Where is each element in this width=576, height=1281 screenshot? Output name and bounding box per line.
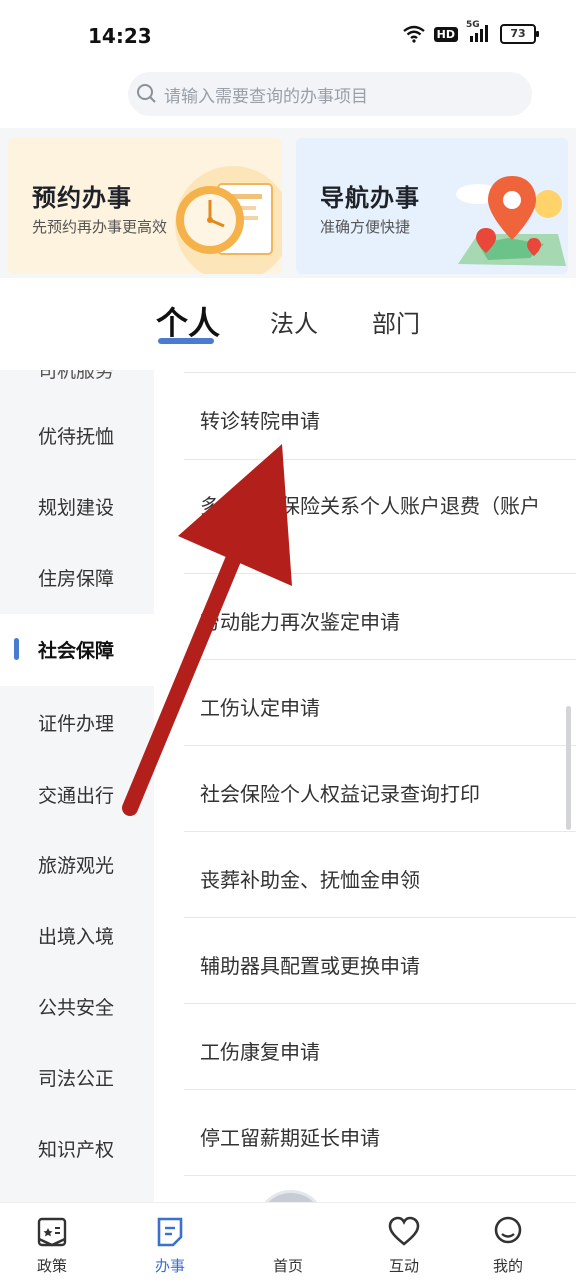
sidebar-item-label: 社会保障	[38, 640, 115, 662]
list-item-label: 工伤认定申请	[200, 696, 320, 720]
sidebar-item-label: 交通出行	[38, 785, 115, 807]
appointment-card[interactable]: 预约办事 先预约再办事更高效	[8, 138, 282, 274]
sidebar-item-social-security[interactable]: 社会保障	[0, 614, 154, 686]
status-bar: 14:23 HD 5G 73	[0, 0, 576, 70]
map-pin-icon	[456, 176, 566, 266]
list-item-label: 多地养老保险关系个人账户退费（账户合并）	[200, 494, 540, 550]
list-item[interactable]: 工伤认定申请	[184, 660, 576, 746]
list-item[interactable]: 丧葬补助金、抚恤金申领	[184, 832, 576, 918]
sidebar-active-indicator	[14, 638, 19, 660]
wifi-icon	[402, 25, 425, 43]
tab-legal-person[interactable]: 法人	[270, 304, 318, 339]
service-list: 转诊转院申请 多地养老保险关系个人账户退费（账户合并） 劳动能力再次鉴定申请 工…	[184, 370, 576, 1202]
sidebar-item-label: 住房保障	[38, 568, 115, 590]
tab-label: 办事	[154, 1257, 185, 1275]
list-scrollbar[interactable]	[566, 706, 571, 830]
tab-service[interactable]: 办事	[120, 1203, 220, 1281]
tab-label: 互动	[388, 1257, 419, 1275]
sidebar-item-planning[interactable]: 规划建设	[0, 471, 154, 543]
tab-policy[interactable]: 政策	[2, 1203, 102, 1281]
navigation-card[interactable]: 导航办事 准确方便快捷	[296, 138, 568, 274]
status-icons: HD 5G 73	[402, 20, 539, 44]
search-placeholder: 请输入需要查询的办事项目	[164, 86, 368, 107]
search-input[interactable]: 请输入需要查询的办事项目	[128, 72, 532, 116]
sidebar-item-public-safety[interactable]: 公共安全	[0, 971, 154, 1043]
service-icon	[157, 1217, 183, 1247]
tab-mine[interactable]: 我的	[458, 1203, 558, 1281]
sidebar-item-label: 司法公正	[38, 1068, 115, 1090]
navigation-title: 导航办事	[320, 184, 420, 212]
list-item[interactable]: 转诊转院申请	[184, 373, 576, 460]
tab-home[interactable]: 首页	[238, 1203, 338, 1281]
sidebar-item-immigration[interactable]: 出境入境	[0, 900, 154, 972]
list-item-label: 停工留薪期延长申请	[200, 1126, 380, 1150]
sidebar-item-transport[interactable]: 交通出行	[0, 759, 154, 831]
policy-icon	[37, 1217, 67, 1247]
tab-active-indicator	[158, 338, 214, 344]
sidebar-item-label: 司机服务	[38, 370, 115, 382]
list-item-label: 工伤康复申请	[200, 1040, 320, 1064]
sidebar-item-label: 公共安全	[38, 997, 115, 1019]
list-item[interactable]: 辅助器具配置或更换申请	[184, 918, 576, 1004]
sidebar-item-housing[interactable]: 住房保障	[0, 542, 154, 614]
sidebar-item-ip[interactable]: 知识产权	[0, 1113, 154, 1185]
tab-label: 我的	[492, 1257, 523, 1275]
list-item-label: 转诊转院申请	[200, 409, 320, 433]
bottom-tab-bar: 政策 办事 首页 互动 我的	[0, 1202, 576, 1281]
sidebar-item-label: 证件办理	[38, 713, 115, 735]
sidebar-item-certificates[interactable]: 证件办理	[0, 687, 154, 759]
category-sidebar[interactable]: 司机服务 优待抚恤 规划建设 住房保障 社会保障 证件办理 交通出行 旅游观光 …	[0, 370, 154, 1202]
tab-department[interactable]: 部门	[372, 304, 420, 339]
navigation-subtitle: 准确方便快捷	[320, 218, 411, 236]
tab-label: 首页	[272, 1257, 303, 1275]
search-icon	[137, 84, 156, 103]
category-tabs: 个人 法人 部门	[0, 280, 576, 370]
sidebar-item-label: 规划建设	[38, 497, 115, 519]
list-item[interactable]: 多地养老保险关系个人账户退费（账户合并）	[184, 460, 576, 574]
sidebar-item-label: 出境入境	[38, 926, 115, 948]
sidebar-item-tourism[interactable]: 旅游观光	[0, 829, 154, 901]
status-time: 14:23	[88, 24, 152, 48]
sidebar-item-label: 优待抚恤	[38, 426, 115, 448]
clock-document-icon	[175, 166, 282, 274]
sidebar-item-label: 知识产权	[38, 1139, 115, 1161]
list-item[interactable]: 工伤康复申请	[184, 1004, 576, 1090]
list-item-label: 社会保险个人权益记录查询打印	[200, 782, 480, 806]
sidebar-item-label: 旅游观光	[38, 855, 115, 877]
banner-area: 预约办事 先预约再办事更高效 导航办事 准确方便快捷	[0, 128, 576, 278]
tab-interact[interactable]: 互动	[354, 1203, 454, 1281]
list-item-label: 丧葬补助金、抚恤金申领	[200, 868, 420, 892]
battery-icon: 73	[500, 24, 539, 44]
list-item[interactable]: 停工留薪期延长申请	[184, 1090, 576, 1176]
signal-icon: 5G	[466, 20, 492, 44]
list-item-label: 辅助器具配置或更换申请	[200, 954, 420, 978]
appointment-title: 预约办事	[32, 184, 132, 212]
sidebar-item-preferential[interactable]: 优待抚恤	[0, 400, 154, 472]
user-icon	[494, 1216, 522, 1244]
list-item-label: 劳动能力再次鉴定申请	[200, 610, 400, 634]
hd-badge: HD	[433, 26, 458, 42]
list-item[interactable]: 社会保险个人权益记录查询打印	[184, 746, 576, 832]
heart-icon	[388, 1216, 420, 1246]
appointment-subtitle: 先预约再办事更高效	[32, 218, 168, 236]
sidebar-item-justice[interactable]: 司法公正	[0, 1042, 154, 1114]
tab-label: 政策	[36, 1257, 67, 1275]
list-item[interactable]: 劳动能力再次鉴定申请	[184, 574, 576, 660]
